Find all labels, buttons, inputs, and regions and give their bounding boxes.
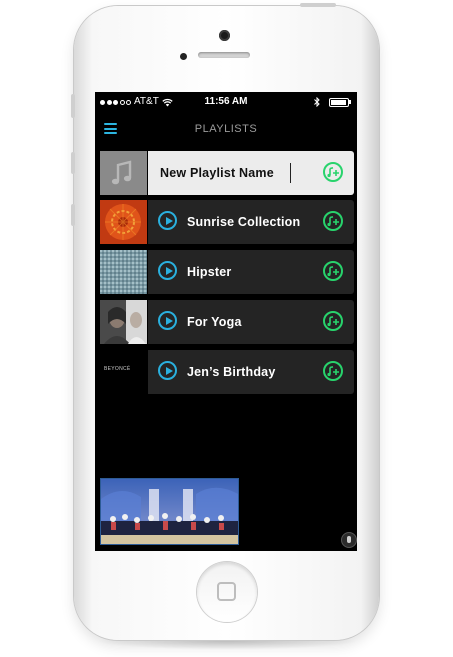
battery-tip <box>349 100 351 104</box>
home-button[interactable] <box>197 562 257 622</box>
album-art-sunrise <box>100 200 147 244</box>
playlist-row-sunrise-collection[interactable]: Sunrise Collection <box>100 200 354 244</box>
power-button <box>300 3 336 7</box>
play-icon[interactable] <box>158 361 177 380</box>
playlist-row-body: For Yoga <box>148 300 354 344</box>
album-art-beyonce: BEYONCÉ <box>100 350 147 394</box>
new-playlist-name-input[interactable] <box>160 163 291 183</box>
new-playlist-thumbnail <box>100 151 147 195</box>
volume-down-button <box>71 204 75 226</box>
bluetooth-icon <box>314 97 320 107</box>
nav-bar: PLAYLISTS <box>95 112 357 146</box>
proximity-sensor <box>180 53 187 60</box>
play-icon[interactable] <box>158 261 177 280</box>
add-to-playlist-icon[interactable] <box>323 261 343 281</box>
album-art-text: BEYONCÉ <box>104 366 131 372</box>
mute-switch <box>71 94 75 118</box>
add-to-playlist-icon[interactable] <box>323 162 343 182</box>
video-mini-player[interactable] <box>100 478 239 545</box>
add-to-playlist-icon[interactable] <box>323 311 343 331</box>
playlist-row-jens-birthday[interactable]: BEYONCÉ Jen’s Birthday <box>100 350 354 394</box>
battery-icon <box>329 97 349 107</box>
album-art-for-yoga <box>100 300 147 344</box>
playlist-row-body: Hipster <box>148 250 354 294</box>
playlist-name: Hipster <box>187 265 232 279</box>
music-note-icon <box>111 160 132 185</box>
playlist-name: For Yoga <box>187 315 242 329</box>
microphone-icon[interactable] <box>341 532 357 548</box>
playlist-name: Jen’s Birthday <box>187 365 276 379</box>
add-to-playlist-icon[interactable] <box>323 211 343 231</box>
phone-screen: AT&T 11:56 AM PLAYLISTS New Playlist Nam… <box>95 92 357 551</box>
play-icon[interactable] <box>158 211 177 230</box>
home-square-icon <box>217 582 236 601</box>
playlist-row-body: Jen’s Birthday <box>148 350 354 394</box>
album-art-hipster <box>100 250 147 294</box>
front-camera <box>219 30 230 41</box>
playlist-row-body: Sunrise Collection <box>148 200 354 244</box>
playlist-name: Sunrise Collection <box>187 215 301 229</box>
playlist-row-for-yoga[interactable]: For Yoga <box>100 300 354 344</box>
earpiece-speaker <box>198 52 250 58</box>
add-to-playlist-icon[interactable] <box>323 361 343 381</box>
volume-up-button <box>71 152 75 174</box>
playlist-row-hipster[interactable]: Hipster <box>100 250 354 294</box>
status-bar: AT&T 11:56 AM <box>95 92 357 112</box>
new-playlist-row <box>100 151 354 195</box>
new-playlist-body <box>148 151 354 195</box>
page-title: PLAYLISTS <box>194 123 258 135</box>
play-icon[interactable] <box>158 311 177 330</box>
status-indicators <box>314 97 351 107</box>
